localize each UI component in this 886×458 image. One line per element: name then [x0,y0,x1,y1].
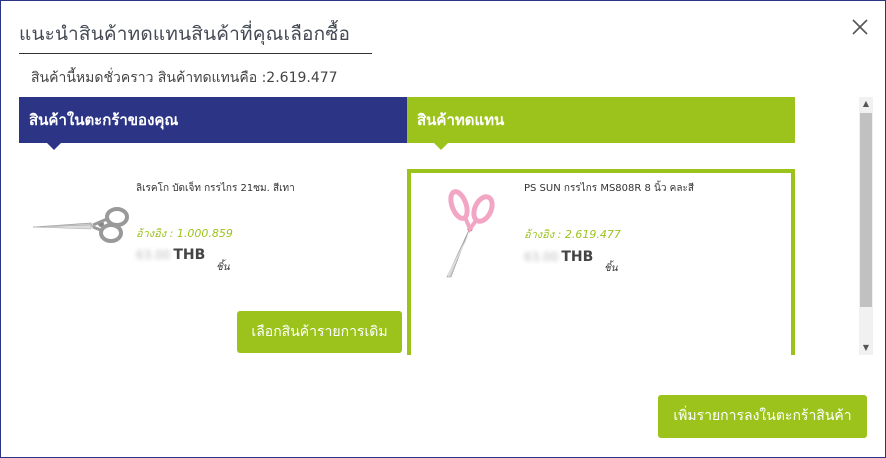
replacement-price-value: 63.00 [524,250,559,264]
original-product-reference: อ้างอิง : 1.000.859 [136,227,233,240]
original-currency: THB [173,247,206,263]
select-original-button[interactable]: เลือกสินค้ารายการเดิม [237,311,402,353]
replacement-currency: THB [561,249,594,265]
replacement-unit: ชิ้น [604,263,618,274]
scroll-up-arrow-icon[interactable]: ▲ [859,97,873,111]
close-icon[interactable] [850,17,870,37]
replacement-product-name: PS SUN กรรไกร MS808R 8 นิ้ว คละสี [524,183,694,194]
original-unit: ชิ้น [216,262,230,273]
header-notch-right [434,143,448,150]
header-notch-left [47,143,61,150]
vertical-scrollbar[interactable]: ▲ ▼ [859,97,873,355]
scroll-down-arrow-icon[interactable]: ▼ [859,341,873,355]
title-underline [19,53,372,54]
replacement-product-reference: อ้างอิง : 2.619.477 [524,228,621,241]
add-to-cart-button[interactable]: เพิ่มรายการลงในตะกร้าสินค้า [658,395,867,438]
original-product-name: ลิเรคโก บัดเจ็ท กรรไกร 21ซม. สีเทา [136,183,295,194]
replacement-product-price: 63.00 THB [524,249,593,265]
replacement-modal: แนะนำสินค้าทดแทนสินค้าที่คุณเลือกซื้อ สิ… [0,0,886,458]
scrollbar-thumb[interactable] [860,113,872,307]
column-header-cart: สินค้าในตะกร้าของคุณ [19,97,407,143]
original-price-value: 63.00 [136,248,171,262]
original-product-card: ลิเรคโก บัดเจ็ท กรรไกร 21ซม. สีเทา อ้างอ… [19,167,407,355]
column-header-replacement: สินค้าทดแทน [407,97,795,143]
scissors-pink-image [441,185,501,284]
scissors-gray-image [31,205,131,249]
replacement-product-card[interactable]: PS SUN กรรไกร MS808R 8 นิ้ว คละสี อ้างอิ… [407,169,795,355]
original-product-price: 63.00 THB [136,247,205,263]
out-of-stock-message: สินค้านี้หมดชั่วคราว สินค้าทดแทนคือ :2.6… [31,70,338,86]
comparison-panel: สินค้าในตะกร้าของคุณ สินค้าทดแทน ลิเรคโก… [19,97,859,355]
modal-title: แนะนำสินค้าทดแทนสินค้าที่คุณเลือกซื้อ [19,23,351,45]
